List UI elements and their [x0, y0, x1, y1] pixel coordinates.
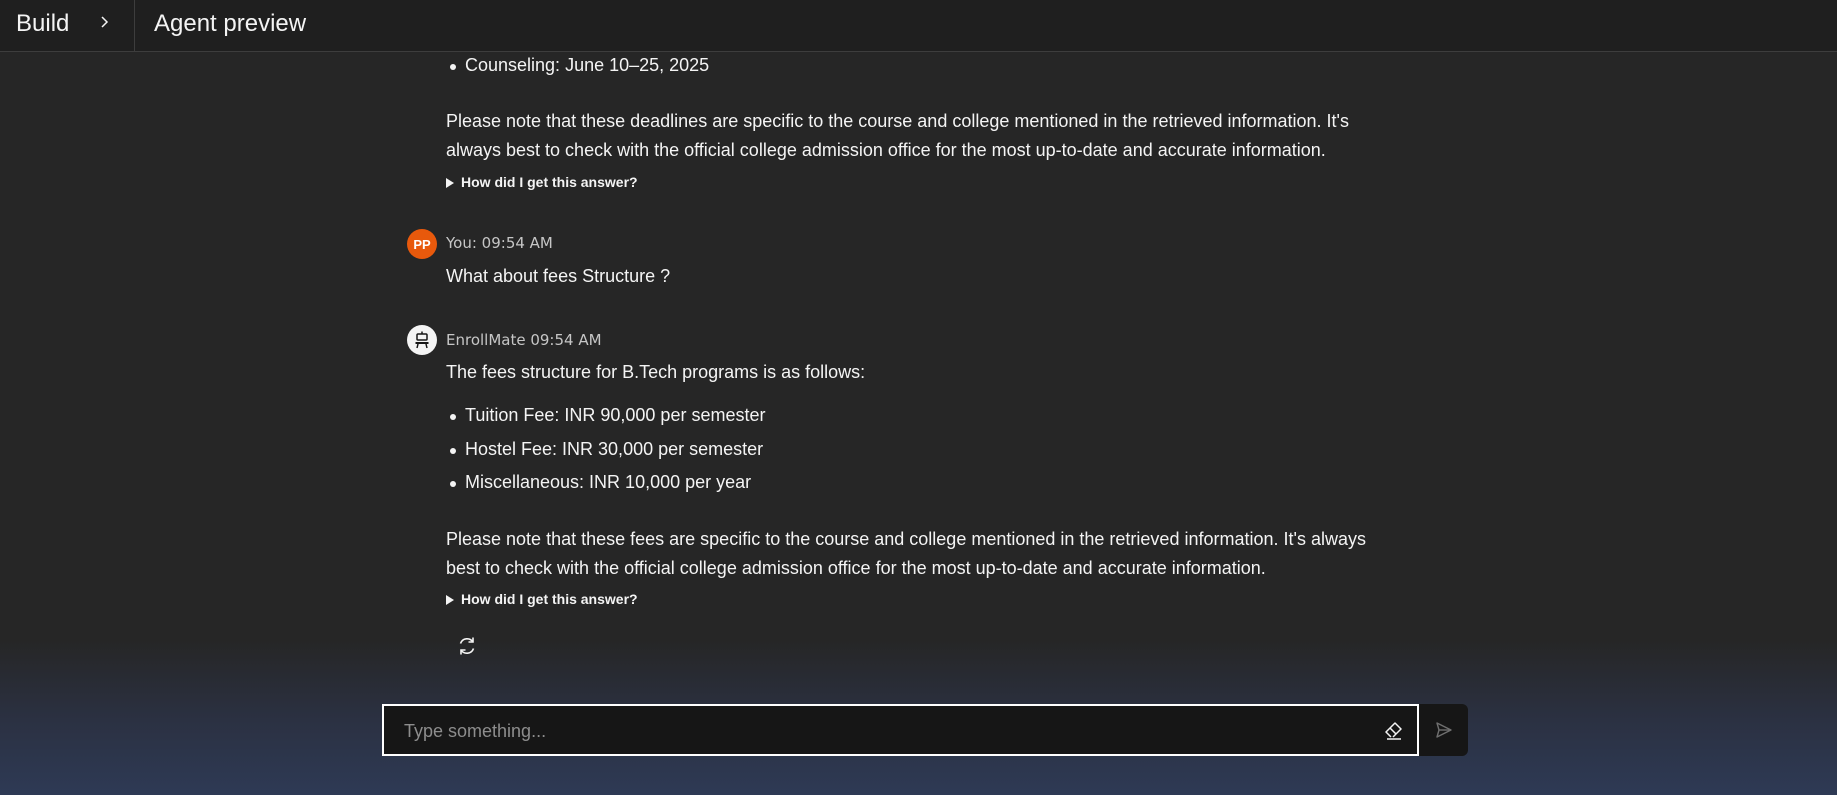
message-input[interactable] [402, 706, 1346, 756]
list-item: Hostel Fee: INR 30,000 per semester [449, 439, 764, 459]
message-text: The fees structure for B.Tech programs i… [446, 362, 866, 382]
how-did-i-get-this-answer-toggle[interactable]: How did I get this answer? [446, 174, 638, 190]
list-item: Counseling: June 10–25, 2025 [449, 55, 710, 75]
list-item: Miscellaneous: INR 10,000 per year [449, 472, 752, 492]
regenerate-icon[interactable] [455, 634, 479, 658]
message-text: Please note that these deadlines are spe… [446, 111, 1349, 160]
message-composer [382, 704, 1419, 756]
robot-icon [415, 331, 429, 349]
top-bar: Build Agent preview [0, 0, 1837, 52]
message-text: Please note that these fees are specific… [446, 529, 1366, 578]
send-icon [1436, 722, 1452, 738]
toggle-label: How did I get this answer? [461, 591, 638, 607]
header-divider [134, 0, 135, 52]
avatar: PP [407, 229, 437, 259]
message-text: What about fees Structure ? [446, 266, 671, 286]
message-meta: You: 09:54 AM [446, 234, 553, 252]
bot-avatar [407, 325, 437, 355]
page-title: Agent preview [154, 10, 307, 37]
breadcrumb-build[interactable]: Build [16, 10, 69, 38]
avatar-initials: PP [413, 236, 431, 252]
list-item: Tuition Fee: INR 90,000 per semester [449, 405, 766, 425]
message-meta: EnrollMate 09:54 AM [446, 331, 602, 349]
send-button[interactable] [1419, 704, 1468, 756]
eraser-icon[interactable] [1382, 718, 1406, 742]
chevron-right-icon [101, 16, 109, 28]
how-did-i-get-this-answer-toggle[interactable]: How did I get this answer? [446, 591, 638, 607]
caret-right-icon [446, 178, 454, 188]
toggle-label: How did I get this answer? [461, 174, 638, 190]
caret-right-icon [446, 595, 454, 605]
